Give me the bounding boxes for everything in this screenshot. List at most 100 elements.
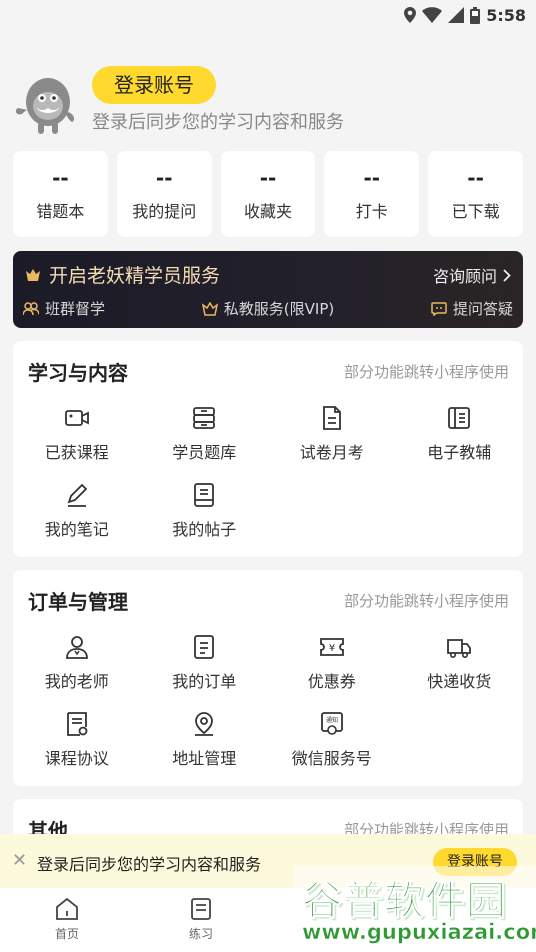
- stat-label: 收藏夹: [243, 202, 292, 221]
- login-subtitle[interactable]: 登录后同步您的学习内容和服务: [92, 108, 344, 134]
- site-watermark: 谷普软件园 www.gupuxiazai.com: [294, 866, 536, 952]
- grid-item-label: 微信服务号: [291, 749, 372, 768]
- stat-value: --: [363, 166, 381, 190]
- vip-service-card[interactable]: 开启老妖精学员服务 咨询顾问 班群督学 私教服务(限VIP) 提问答疑: [13, 251, 523, 328]
- grid-item-delivery[interactable]: 快递收货: [396, 630, 524, 707]
- grid-item-courses[interactable]: 已获课程: [13, 401, 141, 478]
- stat-value: --: [259, 166, 277, 190]
- grid-item-label: 课程协议: [44, 749, 109, 768]
- grid-item-label: 优惠券: [307, 672, 356, 691]
- stat-label: 错题本: [36, 202, 85, 221]
- grid-item-ebooks[interactable]: 电子教辅: [396, 401, 524, 478]
- tab-label: 练习: [188, 927, 213, 941]
- tab-home[interactable]: 首页: [0, 888, 134, 952]
- delivery-truck-icon: [447, 639, 472, 658]
- pencil-icon: [67, 483, 88, 507]
- watermark-url: www.gupuxiazai.com: [302, 920, 536, 945]
- login-button[interactable]: 登录账号: [92, 66, 216, 104]
- vip-feature: 私教服务(限VIP): [201, 298, 335, 319]
- exam-paper-icon: [322, 406, 341, 430]
- consult-label: 咨询顾问: [432, 267, 497, 286]
- grid-item-wechat-service[interactable]: 通知 微信服务号: [268, 707, 396, 784]
- crown-icon: [26, 268, 40, 281]
- close-icon[interactable]: ✕: [12, 850, 27, 871]
- vip-title-row: 开启老妖精学员服务: [25, 261, 220, 288]
- post-icon: [194, 483, 215, 507]
- grid-item-coupons[interactable]: ¥ 优惠券: [268, 630, 396, 707]
- grid-item-orders[interactable]: 我的订单: [141, 630, 269, 707]
- tab-practice[interactable]: 练习: [134, 888, 268, 952]
- grid-item-label: 地址管理: [172, 749, 237, 768]
- stat-label: 我的提问: [132, 202, 197, 221]
- home-icon: [56, 897, 78, 920]
- vip-feature: 提问答疑: [431, 298, 513, 319]
- chat-bubble-icon: [431, 301, 447, 316]
- vip-features: 班群督学 私教服务(限VIP) 提问答疑: [23, 298, 513, 319]
- grid-item-label: 学员题库: [172, 443, 237, 462]
- grid-item-exams[interactable]: 试卷月考: [268, 401, 396, 478]
- grid-item-question-bank[interactable]: 学员题库: [141, 401, 269, 478]
- wechat-notice-icon: 通知: [320, 712, 343, 735]
- coupon-icon: ¥: [319, 638, 344, 656]
- watermark-name: 谷普软件园: [302, 878, 507, 925]
- status-bar: 5:58: [0, 0, 536, 30]
- grid-item-label: 快递收货: [427, 672, 492, 691]
- svg-text:通知: 通知: [326, 716, 338, 724]
- stat-label: 打卡: [355, 202, 388, 221]
- location-status-icon: [404, 7, 417, 23]
- grid-item-address[interactable]: 地址管理: [141, 707, 269, 784]
- chevron-right-icon: [503, 268, 511, 282]
- order-icon: [194, 635, 215, 659]
- stat-my-questions[interactable]: -- 我的提问: [116, 151, 212, 237]
- study-grid: 已获课程 学员题库 试卷月考 电子教辅 我的笔记 我的帖子: [13, 401, 523, 555]
- vip-feature: 班群督学: [23, 298, 105, 319]
- practice-icon: [191, 898, 211, 920]
- stat-checkin[interactable]: -- 打卡: [324, 151, 420, 237]
- vip-title: 开启老妖精学员服务: [49, 265, 221, 287]
- location-icon: [195, 712, 214, 736]
- signal-icon: [448, 7, 465, 23]
- orders-management-card: 订单与管理 部分功能跳转小程序使用 我的老师 我的订单 ¥ 优惠券 快递收货 课…: [13, 570, 523, 786]
- teacher-icon: [65, 636, 88, 659]
- crown-outline-icon: [201, 301, 218, 316]
- grid-item-teachers[interactable]: 我的老师: [13, 630, 141, 707]
- grid-item-label: 电子教辅: [427, 443, 492, 462]
- svg-text:¥: ¥: [329, 643, 335, 654]
- stat-favorites[interactable]: -- 收藏夹: [220, 151, 316, 237]
- stat-value: --: [467, 166, 484, 190]
- battery-icon: [470, 6, 481, 24]
- grid-item-posts[interactable]: 我的帖子: [141, 478, 269, 555]
- vip-feature-label: 私教服务(限VIP): [223, 300, 335, 318]
- stat-label: 已下载: [451, 202, 500, 221]
- grid-item-agreement[interactable]: 课程协议: [13, 707, 141, 784]
- avatar[interactable]: [14, 72, 78, 136]
- section-note: 部分功能跳转小程序使用: [343, 592, 509, 610]
- vip-feature-label: 班群督学: [45, 300, 106, 318]
- study-content-card: 学习与内容 部分功能跳转小程序使用 已获课程 学员题库 试卷月考 电子教辅 我的…: [13, 341, 523, 557]
- section-title: 学习与内容: [28, 361, 128, 385]
- grid-item-label: 试卷月考: [299, 443, 364, 462]
- stat-value: --: [52, 166, 69, 190]
- stat-wrong-book[interactable]: -- 错题本: [13, 151, 108, 237]
- vip-feature-label: 提问答疑: [452, 300, 513, 318]
- section-note: 部分功能跳转小程序使用: [343, 363, 509, 381]
- agreement-icon: [66, 712, 88, 736]
- grid-item-label: 我的订单: [172, 672, 237, 691]
- stats-row: -- 错题本 -- 我的提问 -- 收藏夹 -- 打卡 -- 已下载: [13, 151, 523, 237]
- grid-item-notes[interactable]: 我的笔记: [13, 478, 141, 555]
- consult-advisor-link[interactable]: 咨询顾问: [433, 263, 511, 287]
- stat-downloaded[interactable]: -- 已下载: [428, 151, 523, 237]
- stat-value: --: [155, 166, 173, 190]
- grid-item-label: 我的帖子: [172, 520, 237, 539]
- video-icon: [64, 410, 89, 426]
- banner-text: 登录后同步您的学习内容和服务: [37, 855, 262, 874]
- question-bank-icon: [193, 407, 216, 429]
- group-icon: [23, 301, 39, 315]
- grid-item-label: 我的笔记: [44, 520, 109, 539]
- grid-item-label: 已获课程: [44, 443, 109, 462]
- orders-grid: 我的老师 我的订单 ¥ 优惠券 快递收货 课程协议 地址管理 通知 微信服务号: [13, 630, 523, 784]
- wifi-icon: [422, 7, 443, 23]
- tab-label: 首页: [54, 927, 79, 941]
- ebook-icon: [448, 407, 471, 429]
- clock: 5:58: [486, 5, 526, 25]
